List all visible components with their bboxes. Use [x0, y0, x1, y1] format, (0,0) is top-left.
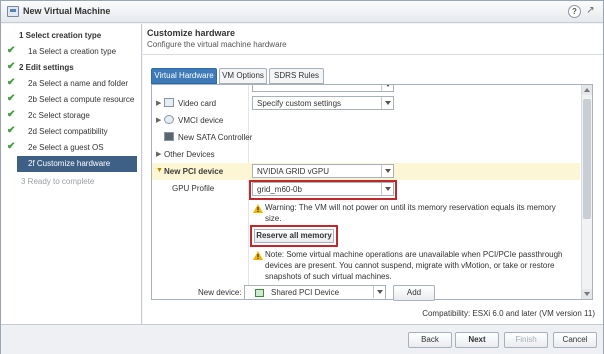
gpu-profile-callout: [249, 180, 397, 200]
page-title: Customize hardware: [147, 28, 236, 38]
check-icon: ✔: [7, 77, 16, 88]
pci-device-value: NVIDIA GRID vGPU: [257, 167, 330, 176]
cancel-button[interactable]: Cancel: [553, 332, 597, 348]
video-card-icon: [164, 98, 174, 107]
wizard-steps: 1 Select creation type ✔ 1a Select a cre…: [1, 24, 142, 324]
sata-icon: [164, 132, 174, 141]
new-pci-device-row: ▼ New PCI device NVIDIA GRID vGPU: [152, 163, 580, 180]
check-icon: ✔: [7, 61, 16, 72]
gpu-profile-label: GPU Profile: [172, 184, 215, 193]
tab-virtual-hardware[interactable]: Virtual Hardware: [151, 68, 217, 84]
check-icon: ✔: [7, 93, 16, 104]
check-icon: ✔: [7, 109, 16, 120]
shared-pci-icon: [255, 289, 264, 297]
pci-device-dropdown[interactable]: NVIDIA GRID vGPU: [252, 164, 394, 178]
collapse-arrow-icon[interactable]: ▼: [156, 167, 163, 174]
step-2d[interactable]: ✔ 2d Select compatibility: [1, 124, 141, 140]
chevron-down-icon: [381, 165, 393, 177]
reserve-callout: [250, 225, 338, 247]
other-devices-row: ▶ Other Devices: [152, 146, 580, 163]
wizard-footer: Back Next Finish Cancel: [1, 324, 603, 354]
pci-label: New PCI device: [164, 167, 224, 176]
step-label: 2e Select a guest OS: [28, 143, 104, 152]
step-select-creation-type: 1 Select creation type: [1, 28, 141, 44]
back-button[interactable]: Back: [408, 332, 452, 348]
step-label: 2c Select storage: [28, 111, 90, 120]
passthrough-note: Note: Some virtual machine operations ar…: [265, 250, 563, 281]
expand-arrow-icon[interactable]: ▶: [156, 150, 161, 158]
memory-warning: Warning: The VM will not power on until …: [265, 203, 556, 223]
step-label: 3 Ready to complete: [21, 177, 95, 186]
check-icon: ✔: [7, 45, 16, 56]
step-label: 2b Select a compute resource: [28, 95, 135, 104]
vmci-label: VMCI device: [178, 116, 224, 125]
step-2f-active[interactable]: 2f Customize hardware: [17, 156, 137, 172]
warning-icon: [253, 251, 263, 260]
step-label: 1 Select creation type: [19, 31, 102, 40]
scroll-thumb[interactable]: [583, 99, 591, 219]
vmci-icon: [164, 115, 174, 124]
step-1a[interactable]: ✔ 1a Select a creation type: [1, 44, 141, 60]
finish-button[interactable]: Finish: [504, 332, 548, 348]
virtual-hardware-panel: ▶ Video card Specify custom settings ▶ V…: [151, 84, 593, 300]
sata-label: New SATA Controller: [178, 133, 253, 142]
check-icon: ✔: [7, 141, 16, 152]
window-title: New Virtual Machine: [23, 6, 111, 16]
step-label: 2d Select compatibility: [28, 127, 108, 136]
warning-icon: [253, 204, 263, 213]
chevron-down-icon: [373, 286, 385, 298]
next-button[interactable]: Next: [455, 332, 499, 348]
chevron-down-icon: [381, 85, 393, 91]
step-2a[interactable]: ✔ 2a Select a name and folder: [1, 76, 141, 92]
help-icon[interactable]: ?: [568, 5, 581, 18]
video-card-dropdown[interactable]: Specify custom settings: [252, 96, 394, 110]
step-label: 2 Edit settings: [19, 63, 74, 72]
tab-sdrs-rules[interactable]: SDRS Rules: [269, 68, 324, 84]
new-device-value: Shared PCI Device: [271, 288, 340, 297]
check-icon: ✔: [7, 125, 16, 136]
step-ready-to-complete: 3 Ready to complete: [1, 174, 141, 190]
divider: [143, 54, 603, 55]
step-label: 2f Customize hardware: [28, 159, 111, 168]
scroll-up-icon[interactable]: [582, 85, 592, 95]
expand-arrow-icon[interactable]: ▶: [156, 99, 161, 107]
main-content: Customize hardware Configure the virtual…: [143, 24, 603, 324]
step-2b[interactable]: ✔ 2b Select a compute resource: [1, 92, 141, 108]
title-bar: New Virtual Machine ? ↗: [1, 1, 603, 23]
panel-scrollbar[interactable]: [581, 85, 592, 299]
vmci-device-row: ▶ VMCI device: [152, 112, 580, 129]
scroll-down-icon[interactable]: [582, 289, 592, 299]
add-device-button[interactable]: Add: [393, 285, 435, 301]
video-card-row: ▶ Video card Specify custom settings: [152, 95, 580, 112]
page-subtitle: Configure the virtual machine hardware: [147, 40, 287, 49]
new-device-label: New device:: [198, 288, 242, 297]
new-vm-window: New Virtual Machine ? ↗ 1 Select creatio…: [0, 0, 604, 354]
step-edit-settings: ✔ 2 Edit settings: [1, 60, 141, 76]
other-devices-label: Other Devices: [164, 150, 215, 159]
vm-icon: [7, 6, 19, 17]
compatibility-text: Compatibility: ESXi 6.0 and later (VM ve…: [422, 309, 595, 318]
step-label: 1a Select a creation type: [28, 47, 117, 56]
step-2e[interactable]: ✔ 2e Select a guest OS: [1, 140, 141, 156]
video-card-value: Specify custom settings: [257, 99, 342, 108]
step-label: 2a Select a name and folder: [28, 79, 129, 88]
new-device-dropdown[interactable]: Shared PCI Device: [244, 285, 386, 300]
video-card-label: Video card: [178, 99, 217, 108]
expand-arrow-icon[interactable]: ▶: [156, 116, 161, 124]
chevron-down-icon: [381, 97, 393, 109]
sata-controller-row: New SATA Controller: [152, 129, 580, 146]
step-2c[interactable]: ✔ 2c Select storage: [1, 108, 141, 124]
tab-vm-options[interactable]: VM Options: [219, 68, 267, 84]
maximize-icon[interactable]: ↗: [584, 5, 597, 18]
clipped-dropdown[interactable]: [252, 85, 394, 92]
